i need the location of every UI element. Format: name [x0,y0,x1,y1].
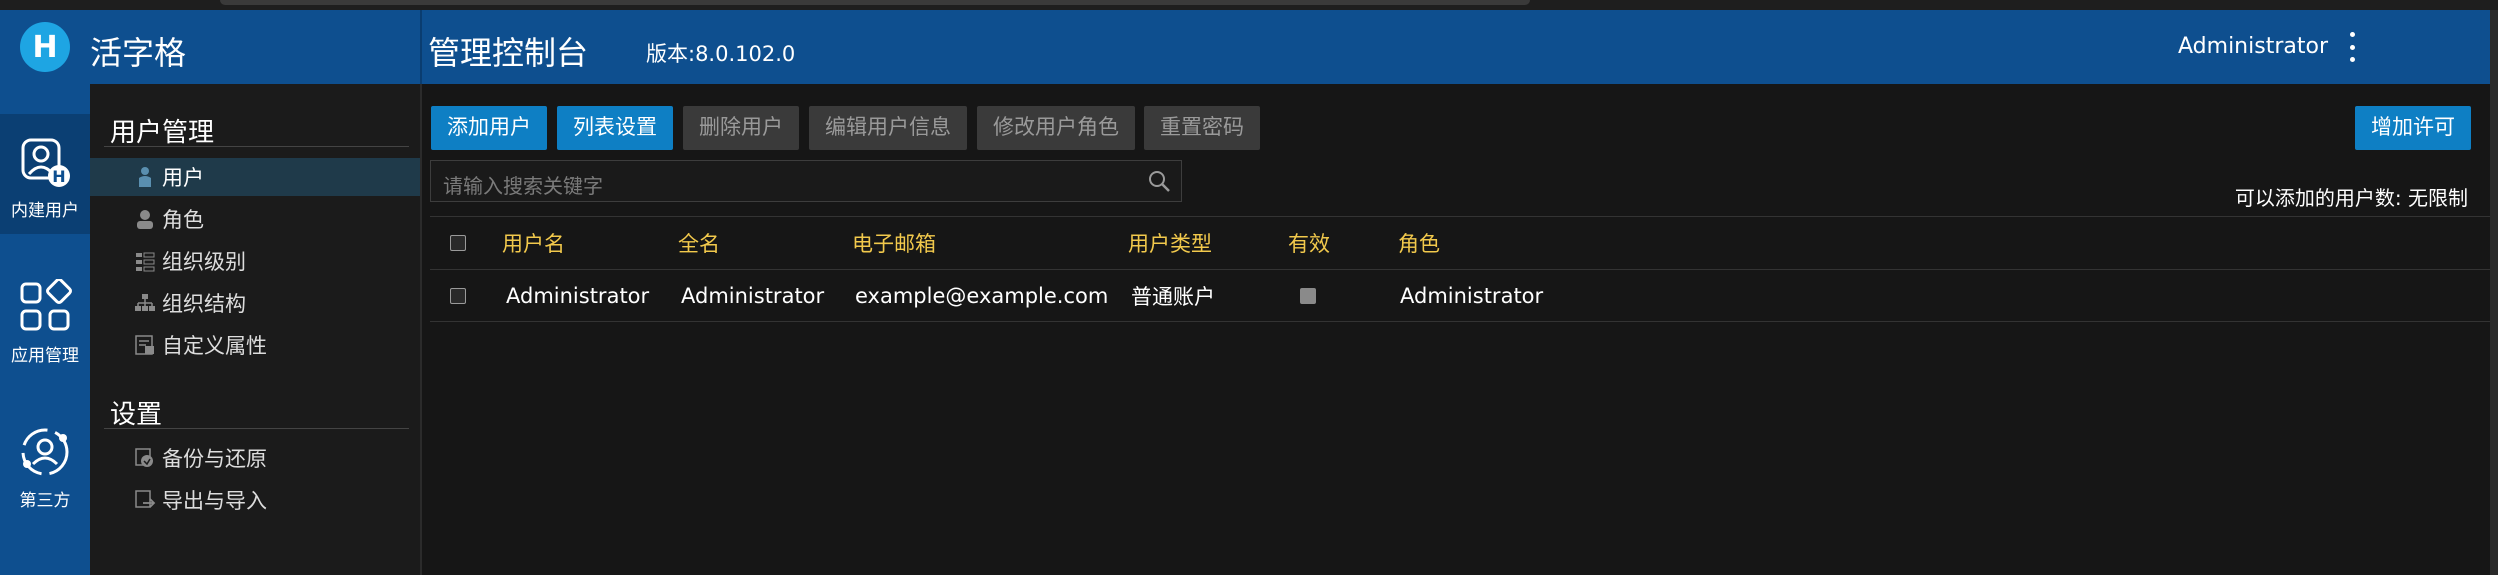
logo-letter: H [32,29,58,65]
backup-icon [132,445,158,471]
custom-attribute-icon [132,332,158,358]
user-menu-name[interactable]: Administrator [2178,34,2328,59]
user-quota-label: 可以添加的用户数: 无限制 [2234,186,2468,210]
cell-role: Administrator [1400,283,1544,308]
app-window: H 活字格 管理控制台 版本:8.0.102.0 Administrator H… [0,0,2498,575]
rail-label: 第三方 [19,491,71,511]
sidebar-item-custom-attributes[interactable]: 自定义属性 [90,326,420,364]
column-header-valid[interactable]: 有效 [1288,217,1330,269]
role-icon [132,206,158,232]
section-divider [104,146,409,147]
sidebar-item-label: 组织结构 [162,292,246,316]
search-input[interactable]: 请输入搜索关键字 [430,160,1182,202]
section-title-settings: 设置 [110,400,163,430]
rail-item-built-in-users[interactable]: H 内建用户 [0,114,90,234]
section-title-user-management: 用户管理 [110,118,215,148]
sidebar-item-label: 导出与导入 [162,489,267,513]
sidebar-item-label: 组织级别 [162,250,246,274]
list-settings-button[interactable]: 列表设置 [557,106,673,150]
sidebar-item-backup-restore[interactable]: 备份与还原 [90,439,420,477]
add-license-button[interactable]: 增加许可 [2355,106,2471,150]
rail-item-app-management[interactable]: 应用管理 [0,279,90,366]
rail-label: 内建用户 [11,201,79,221]
rail-item-third-party[interactable]: 第三方 [0,424,90,511]
org-level-icon [132,248,158,274]
header-divider [420,10,422,84]
column-header-role[interactable]: 角色 [1398,217,1440,269]
sidebar-item-export-import[interactable]: 导出与导入 [90,481,420,519]
cell-email: example@example.com [855,283,1109,308]
more-menu-icon[interactable] [2346,32,2358,62]
export-import-icon [132,487,158,513]
window-edge [2490,10,2498,575]
app-name: 活字格 [90,34,187,72]
search-icon[interactable] [1147,169,1171,197]
column-header-fullname[interactable]: 全名 [678,217,720,269]
browser-tab-strip[interactable] [220,0,1530,5]
left-rail: H 内建用户 应用管理 第三方 [0,84,90,575]
sidebar-item-org-structure[interactable]: 组织结构 [90,284,420,322]
top-header [0,10,2490,84]
sidebar-item-label: 用户 [162,166,204,190]
cell-valid-checkbox [1300,270,1316,321]
sidebar-item-roles[interactable]: 角色 [90,200,420,238]
sidebar-item-users[interactable]: 用户 [90,158,420,196]
page-title: 管理控制台 [428,34,589,72]
svg-text:H: H [52,167,65,186]
table-header: 用户名 全名 电子邮箱 用户类型 有效 角色 [430,216,2490,270]
table-row[interactable]: Administrator Administrator example@exam… [430,270,2490,322]
sidebar-item-label: 备份与还原 [162,447,267,471]
reset-password-button[interactable]: 重置密码 [1144,106,1260,150]
modify-user-role-button[interactable]: 修改用户角色 [977,106,1135,150]
user-badge-icon: H [21,138,70,187]
person-icon [132,164,158,190]
column-header-user-type[interactable]: 用户类型 [1128,217,1212,269]
cell-fullname: Administrator [681,283,825,308]
cell-username: Administrator [506,283,650,308]
search-placeholder: 请输入搜索关键字 [443,174,603,198]
rail-label: 应用管理 [11,346,79,366]
column-header-email[interactable]: 电子邮箱 [852,217,936,269]
sidebar-item-label: 自定义属性 [162,334,267,358]
column-header-username[interactable]: 用户名 [502,217,565,269]
sidebar-item-label: 角色 [162,208,204,232]
delete-user-button[interactable]: 删除用户 [683,106,799,150]
section-divider [104,428,409,429]
add-user-button[interactable]: 添加用户 [431,106,547,150]
main-content: 添加用户 列表设置 删除用户 编辑用户信息 修改用户角色 重置密码 增加许可 请… [422,84,2490,575]
sidebar-item-org-level[interactable]: 组织级别 [90,242,420,280]
org-structure-icon [132,290,158,316]
third-party-user-icon [21,428,69,476]
select-all-checkbox[interactable] [450,217,466,269]
apps-grid-icon [20,279,72,331]
edit-user-info-button[interactable]: 编辑用户信息 [809,106,967,150]
version-label: 版本:8.0.102.0 [646,42,796,66]
app-logo[interactable]: H [20,22,70,72]
browser-chrome [0,0,2498,10]
cell-user-type: 普通账户 [1131,284,1215,309]
row-select-checkbox[interactable] [450,270,466,321]
sidebar: 用户管理 用户 角色 组织级别 组织结构 自定义属性 设置 备份与还原 导出与导… [90,84,422,575]
